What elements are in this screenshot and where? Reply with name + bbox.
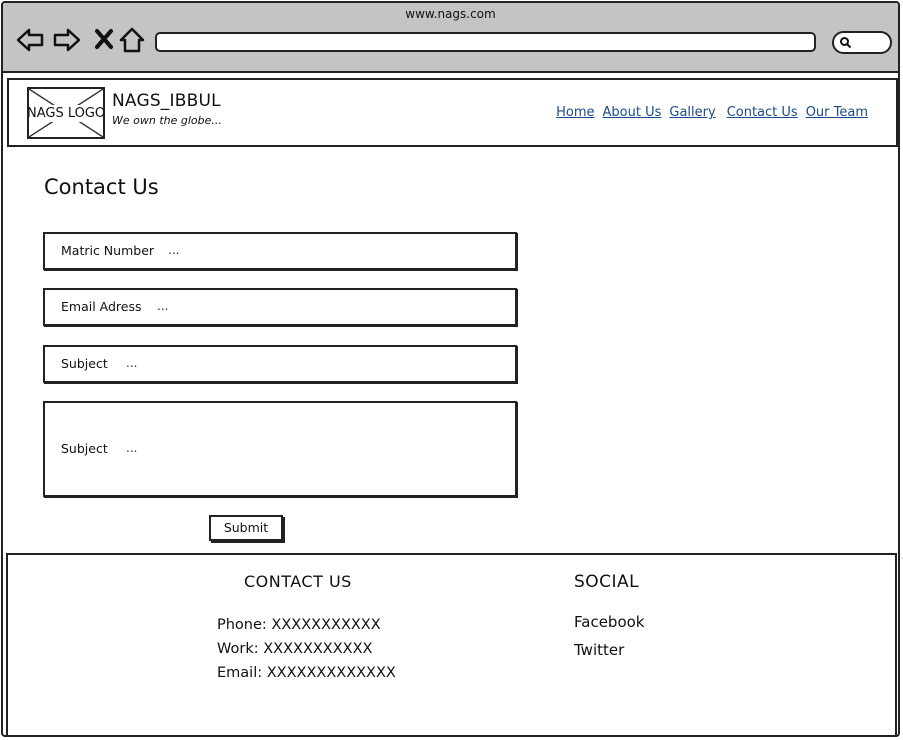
site-name: NAGS_IBBUL [112, 91, 221, 111]
field-placeholder: ... [126, 356, 138, 370]
logo-placeholder: NAGS LOGO [27, 87, 105, 139]
nav-our-team[interactable]: Our Team [806, 105, 868, 120]
nav-home[interactable]: Home [556, 105, 594, 120]
page-title: Contact Us [44, 175, 159, 199]
nav-gallery[interactable]: Gallery [669, 105, 715, 120]
social-links: Facebook Twitter [574, 608, 644, 664]
field-label: Email Adress [61, 299, 142, 314]
search-box[interactable] [832, 31, 892, 54]
field-label: Subject [61, 356, 108, 371]
tagline: We own the globe... [112, 114, 222, 127]
field-label: Matric Number [61, 243, 155, 258]
close-icon[interactable] [89, 25, 119, 55]
browser-chrome: www.nags.com [3, 3, 898, 73]
forward-arrow-icon[interactable] [52, 25, 82, 55]
social-facebook-link[interactable]: Facebook [574, 608, 644, 636]
contact-heading: CONTACT US [244, 572, 352, 591]
field-label: Subject [61, 441, 108, 456]
home-icon[interactable] [117, 25, 147, 55]
message-textarea[interactable]: Subject ... [43, 401, 517, 497]
main-nav: Home About Us Gallery Contact Us Our Tea… [556, 105, 868, 120]
back-arrow-icon[interactable] [15, 25, 45, 55]
contact-phone: Phone: XXXXXXXXXXX [217, 617, 381, 633]
nav-contact-us[interactable]: Contact Us [727, 105, 798, 120]
social-heading: SOCIAL [574, 572, 640, 592]
logo-text: NAGS LOGO [27, 105, 105, 122]
site-footer: CONTACT US Phone: XXXXXXXXXXX Work: XXXX… [6, 553, 897, 737]
contact-details: Phone: XXXXXXXXXXX Work: XXXXXXXXXXX Ema… [217, 613, 396, 685]
site-header: NAGS LOGO NAGS_IBBUL We own the globe...… [7, 78, 898, 147]
field-placeholder: ... [126, 441, 138, 455]
field-placeholder: ... [157, 299, 169, 313]
matric-number-field[interactable]: Matric Number ... [43, 232, 517, 270]
contact-email: Email: XXXXXXXXXXXXX [217, 665, 396, 681]
search-icon [840, 37, 852, 49]
window-title: www.nags.com [405, 7, 496, 21]
contact-work: Work: XXXXXXXXXXX [217, 641, 373, 657]
email-address-field[interactable]: Email Adress ... [43, 288, 517, 326]
address-bar[interactable] [155, 32, 816, 52]
subject-field[interactable]: Subject ... [43, 345, 517, 383]
nav-about-us[interactable]: About Us [603, 105, 662, 120]
submit-button[interactable]: Submit [209, 515, 283, 541]
field-placeholder: ... [168, 243, 180, 257]
social-twitter-link[interactable]: Twitter [574, 636, 644, 664]
